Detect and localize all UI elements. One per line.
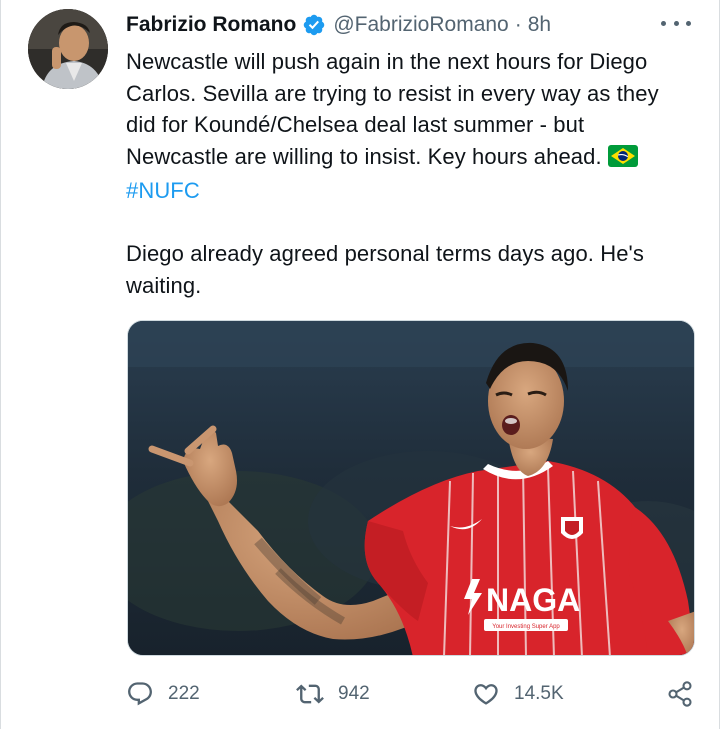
- tweet-text-line: Newcastle will push again in the next ho…: [126, 49, 648, 74]
- retweet-icon: [296, 684, 324, 704]
- separator-dot: ·: [514, 13, 522, 36]
- heart-icon: [474, 684, 498, 705]
- like-count: 14.5K: [514, 683, 564, 704]
- reply-button[interactable]: 222: [126, 678, 200, 710]
- tweet-actions: 222 942 14.5K: [126, 678, 696, 710]
- tweet-text-line: Carlos. Sevilla are trying to resist in …: [126, 80, 659, 106]
- tweet-text-line: Diego already agreed personal terms days…: [126, 241, 644, 266]
- retweet-button[interactable]: 942: [296, 678, 370, 710]
- author-name[interactable]: Fabrizio Romano: [126, 13, 296, 37]
- reply-count: 222: [168, 683, 200, 704]
- verified-badge-icon: [302, 13, 326, 37]
- tweet-text: Newcastle will push again in the next ho…: [126, 46, 706, 301]
- avatar[interactable]: [28, 9, 108, 89]
- sponsor-tagline: Your Investing Super App: [492, 624, 560, 630]
- like-button[interactable]: 14.5K: [472, 678, 564, 710]
- tweet-text-line: waiting.: [126, 272, 202, 298]
- tweet-text-line-content: Newcastle are willing to insist. Key hou…: [126, 143, 602, 169]
- tweet-header: Fabrizio Romano @FabrizioRomano · 8h: [126, 10, 551, 40]
- brazil-flag-icon: [607, 144, 638, 176]
- share-button[interactable]: [666, 678, 694, 710]
- timestamp[interactable]: 8h: [528, 13, 551, 37]
- more-options-icon[interactable]: [661, 12, 691, 34]
- tweet-card: Fabrizio Romano @FabrizioRomano · 8h New…: [0, 0, 720, 729]
- tweet-media-image[interactable]: NAGA Your Investing Super App: [127, 320, 695, 656]
- share-icon: [668, 681, 692, 707]
- sponsor-name: NAGA: [486, 582, 580, 618]
- retweet-count: 942: [338, 683, 370, 704]
- author-handle[interactable]: @FabrizioRomano: [333, 13, 508, 37]
- hashtag-link[interactable]: #NUFC: [126, 178, 200, 203]
- tweet-text-line: did for Koundé/Chelsea deal last summer …: [126, 112, 585, 137]
- reply-icon: [128, 682, 152, 706]
- tweet-text-line: Newcastle are willing to insist. Key hou…: [126, 141, 706, 176]
